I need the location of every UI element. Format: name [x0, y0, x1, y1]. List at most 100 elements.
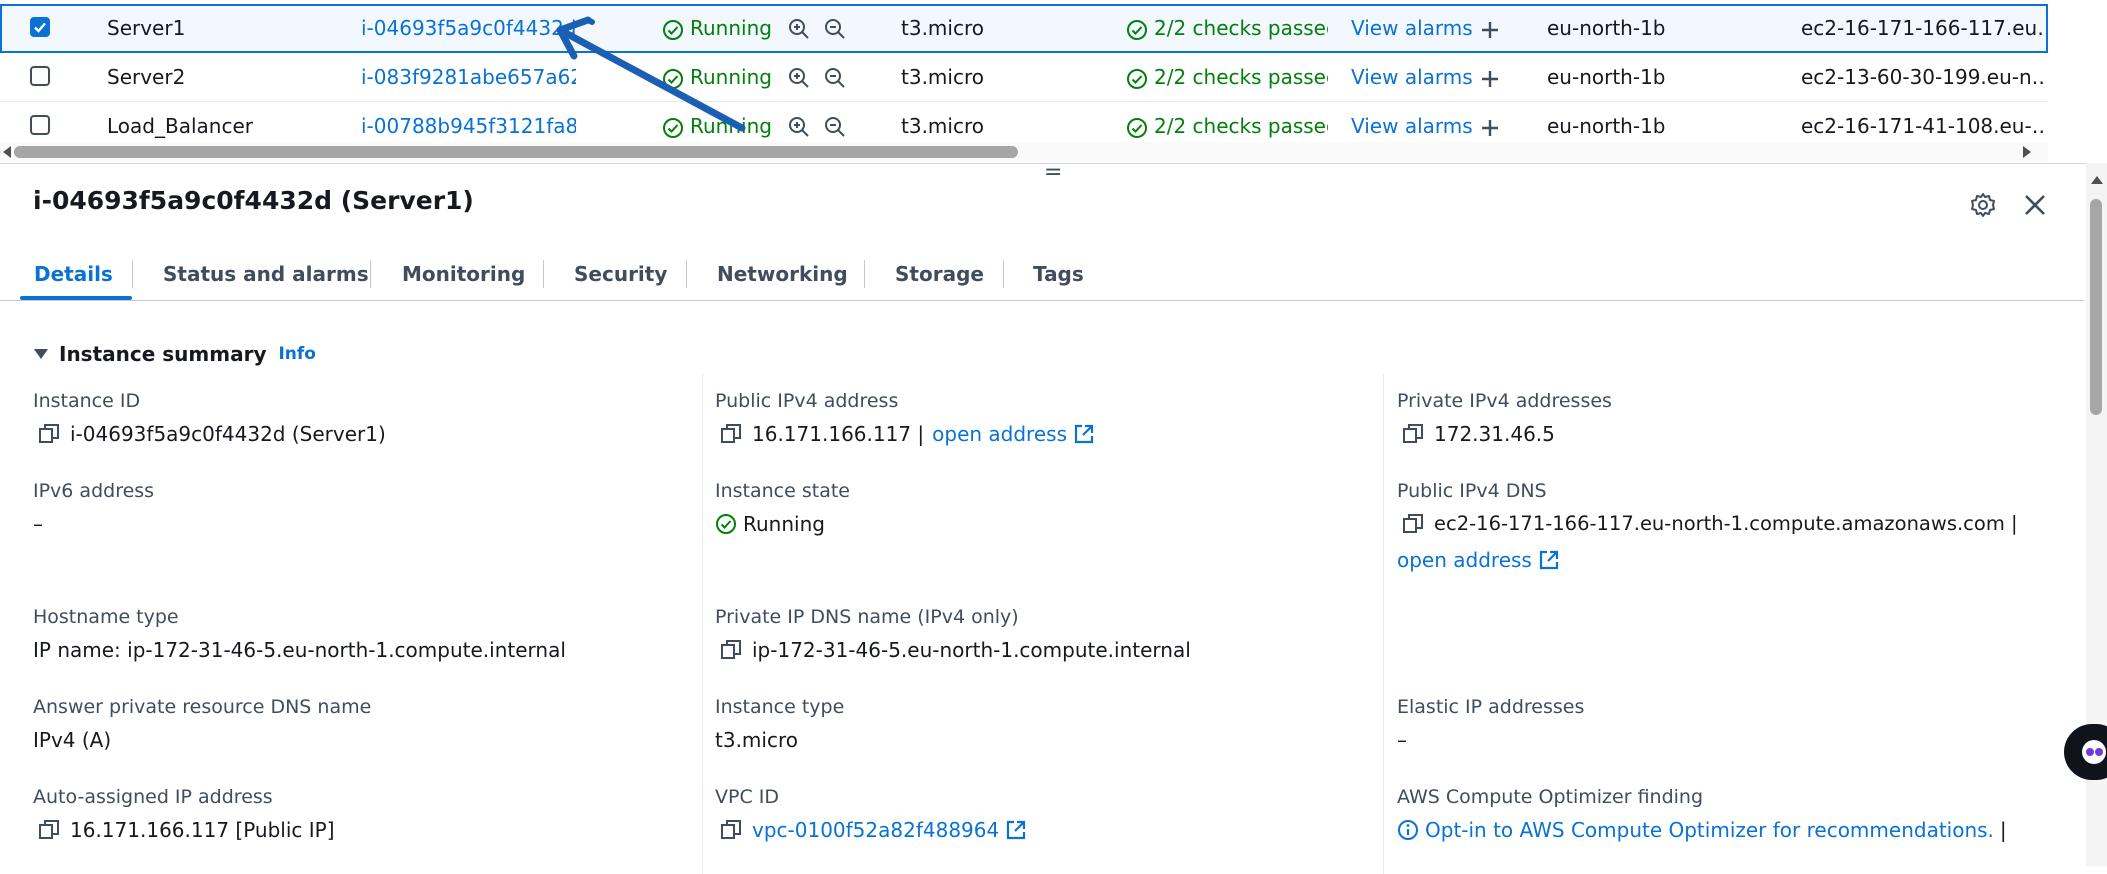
view-alarms-link[interactable]: View alarms — [1351, 16, 1473, 40]
zoom-in-icon[interactable] — [787, 17, 811, 41]
tab-tags[interactable]: Tags — [1033, 248, 1084, 300]
checks-text: 2/2 checks passec — [1154, 114, 1328, 138]
public-dns-text: ec2-16-171-166-117.eu-north-1.compute.am… — [1434, 512, 2018, 535]
optimizer-value: Opt-in to AWS Compute Optimizer for reco… — [1397, 818, 2007, 842]
tab-status-and-alarms[interactable]: Status and alarms — [163, 248, 369, 300]
vpc-id-link[interactable]: vpc-0100f52a82f488964 — [752, 818, 999, 842]
tab-networking[interactable]: Networking — [717, 248, 848, 300]
instance-type: t3.micro — [901, 65, 984, 89]
instance-id-text: i-04693f5a9c0f4432d (Server1) — [70, 422, 386, 446]
zoom-out-icon[interactable] — [823, 115, 847, 139]
section-title: Instance summary — [59, 342, 267, 366]
alarm-status: View alarms — [1351, 4, 1501, 52]
copy-icon[interactable] — [38, 819, 60, 841]
tab-divider — [543, 260, 544, 288]
public-dns-label: Public IPv4 DNS — [1397, 480, 1547, 502]
copy-icon[interactable] — [720, 639, 742, 661]
public-dns: ec2-13-60-30-199.eu-n… — [1801, 65, 2045, 89]
copy-icon[interactable] — [38, 423, 60, 445]
status-checks: 2/2 checks passec — [1126, 53, 1328, 101]
info-link[interactable]: Info — [278, 344, 316, 364]
public-ipv4-label: Public IPv4 address — [715, 390, 899, 412]
table-row[interactable]: Server2 i-083f9281abe657a62 Running t3.m… — [0, 53, 2048, 102]
gear-icon[interactable] — [1970, 192, 1996, 218]
scroll-left-icon[interactable] — [2, 146, 12, 158]
copy-icon[interactable] — [1402, 513, 1424, 535]
zoom-in-icon[interactable] — [787, 66, 811, 90]
info-circle-icon — [1398, 820, 1418, 840]
column-divider — [1383, 374, 1384, 874]
public-dns-open-address: open address — [1397, 548, 1560, 572]
instance-name: Server1 — [107, 16, 186, 40]
table-row[interactable]: Load_Balancer i-00788b945f3121fa8 Runnin… — [0, 102, 2048, 143]
row-checkbox[interactable] — [30, 17, 50, 37]
success-circle-icon — [1127, 117, 1147, 138]
view-alarms-link[interactable]: View alarms — [1351, 65, 1473, 89]
public-dns: ec2-16-171-166-117.eu… — [1801, 16, 2045, 40]
copy-icon[interactable] — [720, 423, 742, 445]
alarm-status: View alarms — [1351, 53, 1501, 101]
success-circle-icon — [1127, 68, 1147, 89]
resize-handle[interactable]: = — [1044, 160, 1062, 185]
external-link-icon[interactable] — [1005, 819, 1027, 841]
instance-name: Server2 — [107, 65, 186, 89]
answer-dns-label: Answer private resource DNS name — [33, 696, 372, 718]
instance-type: t3.micro — [901, 16, 984, 40]
close-icon[interactable] — [2022, 192, 2048, 218]
instance-type-label: Instance type — [715, 696, 845, 718]
active-tab-indicator — [20, 296, 132, 300]
instance-id-value: i-04693f5a9c0f4432d (Server1) — [38, 422, 386, 446]
instances-table: Server1 i-04693f5a9c0f4432d Running t3.m… — [0, 0, 2048, 162]
private-ipv4-value: 172.31.46.5 — [1402, 422, 1555, 446]
zoom-in-icon[interactable] — [787, 115, 811, 139]
private-dns-label: Private IP DNS name (IPv4 only) — [715, 606, 1019, 628]
table-row[interactable]: Server1 i-04693f5a9c0f4432d Running t3.m… — [0, 4, 2048, 53]
tab-storage[interactable]: Storage — [895, 248, 984, 300]
public-dns-value: ec2-16-171-166-117.eu-north-1.compute.am… — [1402, 512, 2018, 535]
row-checkbox[interactable] — [30, 66, 50, 86]
row-checkbox[interactable] — [30, 115, 50, 135]
external-link-icon[interactable] — [1073, 423, 1095, 445]
availability-zone: eu-north-1b — [1547, 16, 1666, 40]
tab-monitoring[interactable]: Monitoring — [402, 248, 525, 300]
instance-type-value: t3.micro — [715, 728, 798, 752]
details-split-panel: = i-04693f5a9c0f4432d (Server1) Details … — [0, 160, 2086, 874]
open-address-link[interactable]: open address — [1397, 548, 1532, 572]
caret-down-icon — [34, 349, 48, 359]
tab-details[interactable]: Details — [34, 248, 113, 300]
assistant-icon — [2082, 740, 2106, 764]
open-address-link[interactable]: open address — [932, 422, 1067, 446]
horizontal-scrollbar[interactable] — [0, 142, 2048, 162]
scroll-up-icon[interactable] — [2091, 175, 2103, 185]
checks-text: 2/2 checks passec — [1154, 16, 1328, 40]
optimizer-opt-in-link[interactable]: Opt-in to AWS Compute Optimizer for reco… — [1425, 818, 1994, 842]
zoom-out-icon[interactable] — [823, 66, 847, 90]
instance-id-label: Instance ID — [33, 390, 141, 412]
tab-divider — [686, 260, 687, 288]
instance-state-text: Running — [743, 512, 825, 536]
zoom-out-icon[interactable] — [823, 17, 847, 41]
optimizer-separator: | — [1999, 818, 2007, 842]
plus-icon[interactable] — [1479, 117, 1501, 139]
panel-title: i-04693f5a9c0f4432d (Server1) — [33, 186, 474, 215]
scrollbar-thumb[interactable] — [2090, 199, 2102, 415]
scrollbar-thumb[interactable] — [14, 146, 1018, 158]
tab-divider — [1003, 260, 1004, 288]
copy-icon[interactable] — [1402, 423, 1424, 445]
plus-icon[interactable] — [1479, 19, 1501, 41]
view-alarms-link[interactable]: View alarms — [1351, 114, 1473, 138]
plus-icon[interactable] — [1479, 68, 1501, 90]
tab-divider — [132, 260, 133, 288]
private-ipv4-text: 172.31.46.5 — [1434, 422, 1555, 446]
copy-icon[interactable] — [720, 819, 742, 841]
instance-summary-header[interactable]: Instance summary Info — [33, 342, 316, 366]
check-icon — [34, 22, 46, 33]
vpc-id-label: VPC ID — [715, 786, 779, 808]
tab-security[interactable]: Security — [574, 248, 667, 300]
external-link-icon[interactable] — [1538, 549, 1560, 571]
status-checks: 2/2 checks passec — [1126, 4, 1328, 52]
availability-zone: eu-north-1b — [1547, 65, 1666, 89]
auto-ip-text: 16.171.166.117 [Public IP] — [70, 818, 335, 842]
scroll-right-icon[interactable] — [2022, 146, 2032, 158]
optimizer-label: AWS Compute Optimizer finding — [1397, 786, 1704, 808]
